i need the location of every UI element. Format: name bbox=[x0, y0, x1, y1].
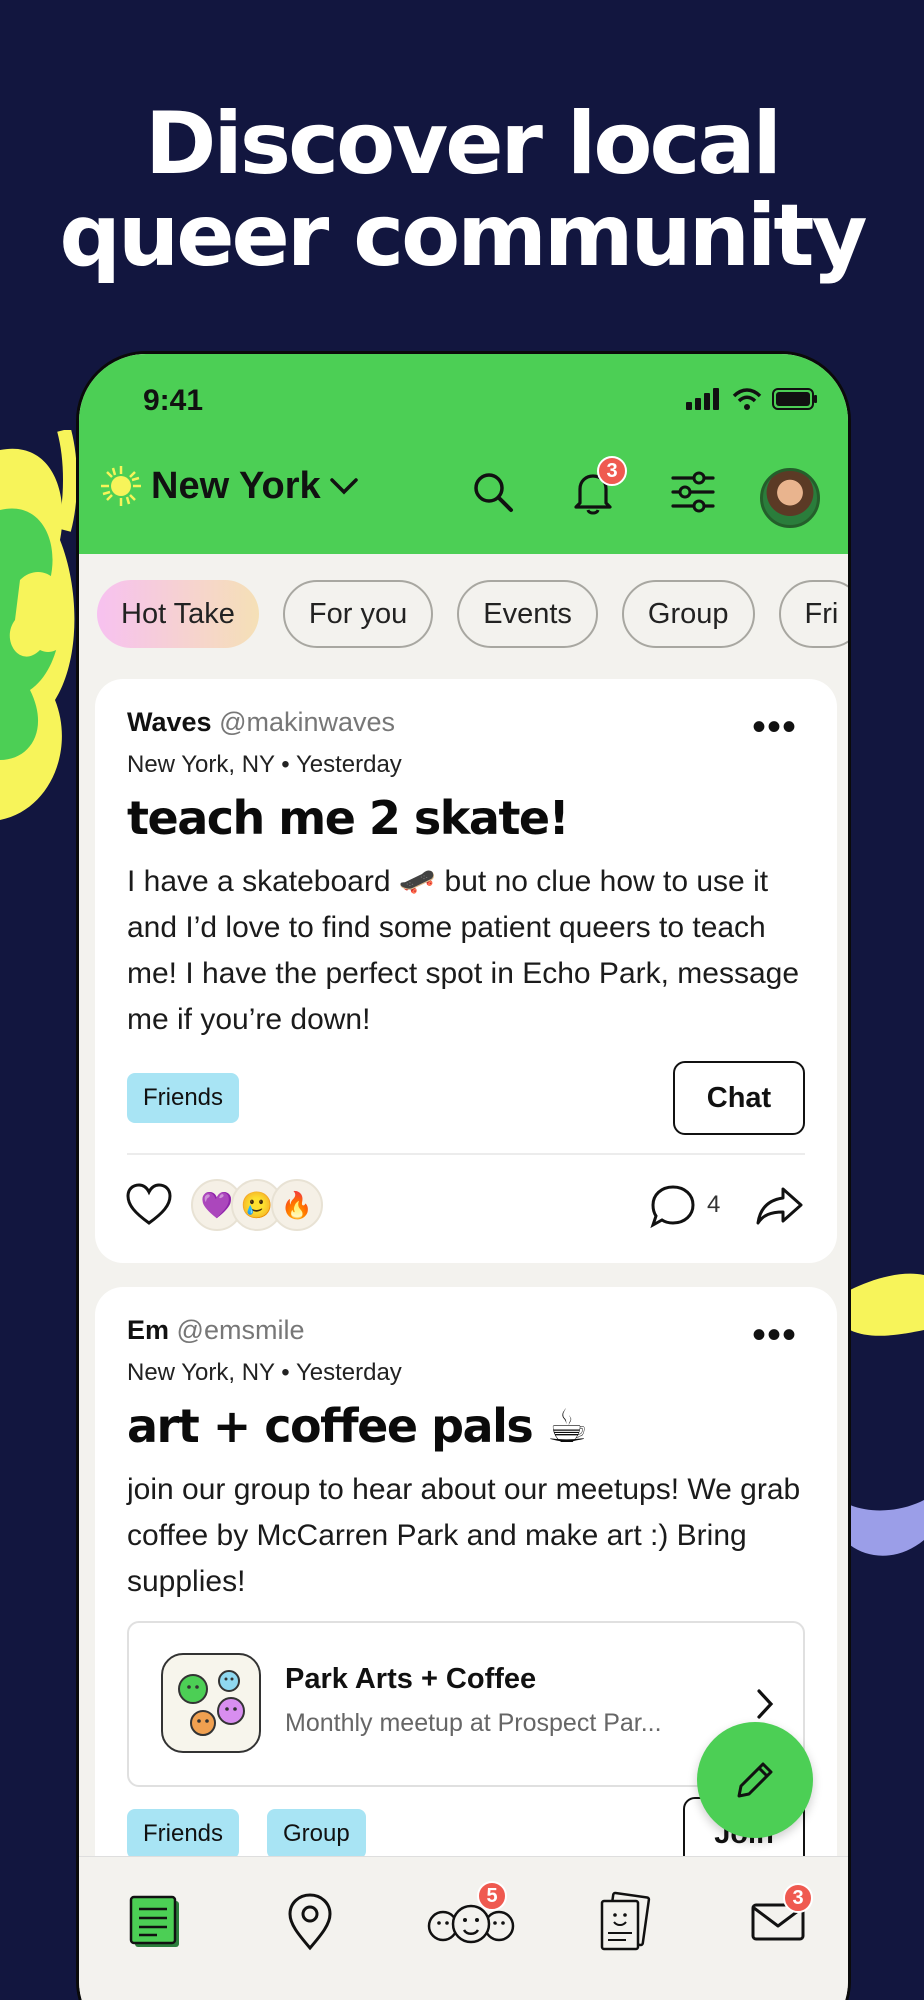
more-options-icon[interactable]: ••• bbox=[752, 1315, 797, 1355]
feed-icon bbox=[129, 1895, 179, 1947]
status-time: 9:41 bbox=[143, 384, 204, 417]
chip-group[interactable]: Group bbox=[621, 580, 755, 648]
group-faces-icon bbox=[161, 1653, 261, 1753]
tab-bar: 5 3 bbox=[79, 1856, 848, 2000]
chevron-down-icon bbox=[329, 478, 358, 495]
avatar[interactable] bbox=[760, 468, 820, 528]
post-author: Waves @makinwaves bbox=[127, 707, 395, 738]
author-name[interactable]: Waves bbox=[127, 707, 212, 737]
decorative-yellow-shape bbox=[850, 1273, 924, 1336]
location-name: New York bbox=[151, 464, 321, 507]
chip-friends[interactable]: Fri bbox=[778, 580, 848, 648]
location-pin-icon bbox=[288, 1893, 332, 1951]
tab-profiles[interactable] bbox=[589, 1887, 659, 1957]
location-selector[interactable]: New York bbox=[99, 464, 359, 508]
decorative-purple-shape bbox=[850, 1500, 924, 1556]
author-handle: @emsmile bbox=[176, 1315, 305, 1345]
post-title: teach me 2 skate! bbox=[127, 791, 570, 845]
wifi-icon bbox=[732, 388, 762, 410]
community-badge: 5 bbox=[477, 1881, 507, 1911]
divider bbox=[127, 1153, 805, 1155]
search-button[interactable] bbox=[465, 464, 521, 520]
author-name[interactable]: Em bbox=[127, 1315, 169, 1345]
post-title: art + coffee pals ☕ bbox=[127, 1399, 588, 1453]
share-icon[interactable] bbox=[755, 1185, 805, 1227]
signal-icon bbox=[686, 388, 719, 410]
post-body: join our group to hear about our meetups… bbox=[127, 1473, 801, 1598]
post-card: Waves @makinwaves New York, NY • Yesterd… bbox=[95, 679, 837, 1263]
tab-map[interactable] bbox=[275, 1887, 345, 1957]
headline: Discover local queer community bbox=[0, 98, 924, 282]
post-meta: New York, NY • Yesterday bbox=[127, 751, 402, 778]
status-icons bbox=[686, 388, 818, 410]
post-tag[interactable]: Friends bbox=[127, 1809, 240, 1859]
author-handle: @makinwaves bbox=[219, 707, 396, 737]
top-bar: 9:41 New York 3 bbox=[79, 354, 848, 554]
comment-count: 4 bbox=[707, 1191, 721, 1218]
chip-for-you[interactable]: For you bbox=[282, 580, 434, 648]
tab-feed[interactable] bbox=[121, 1887, 191, 1957]
post-meta: New York, NY • Yesterday bbox=[127, 1359, 402, 1386]
group-name: Park Arts + Coffee bbox=[285, 1663, 537, 1695]
post-tag[interactable]: Friends bbox=[127, 1073, 240, 1123]
chip-hot-take[interactable]: Hot Take bbox=[97, 580, 259, 648]
filter-icon bbox=[671, 471, 715, 513]
decorative-flower-shape bbox=[0, 430, 77, 820]
profile-cards-icon bbox=[600, 1891, 651, 1951]
headline-line-1: Discover local bbox=[145, 94, 782, 194]
post-body: I have a skateboard 🛹 but no clue how to… bbox=[127, 865, 800, 1036]
post-author: Em @emsmile bbox=[127, 1315, 304, 1346]
filter-chips: Hot Take For you Events Group Fri bbox=[97, 580, 848, 648]
headline-line-2: queer community bbox=[59, 186, 867, 286]
pencil-icon bbox=[737, 1762, 773, 1798]
filter-button[interactable] bbox=[665, 464, 721, 520]
battery-icon bbox=[772, 388, 817, 410]
compose-button[interactable] bbox=[697, 1722, 813, 1838]
phone-frame: 9:41 New York 3 Hot Take For you Events … bbox=[76, 351, 851, 2000]
heart-icon[interactable] bbox=[125, 1183, 173, 1227]
chat-button[interactable]: Chat bbox=[673, 1061, 805, 1135]
tab-community[interactable]: 5 bbox=[421, 1881, 521, 1957]
chevron-right-icon bbox=[757, 1689, 774, 1719]
inbox-badge: 3 bbox=[783, 1883, 813, 1913]
comment-icon[interactable] bbox=[649, 1183, 697, 1229]
sun-icon bbox=[101, 466, 141, 506]
notifications-button[interactable]: 3 bbox=[565, 456, 627, 520]
search-icon bbox=[474, 473, 513, 512]
chip-events[interactable]: Events bbox=[457, 580, 598, 648]
notification-badge: 3 bbox=[597, 456, 627, 486]
post-tag[interactable]: Group bbox=[267, 1809, 366, 1859]
reaction-fire[interactable]: 🔥 bbox=[271, 1179, 323, 1231]
tab-inbox[interactable]: 3 bbox=[743, 1883, 813, 1957]
more-options-icon[interactable]: ••• bbox=[752, 707, 797, 747]
group-description: Monthly meetup at Prospect Par... bbox=[285, 1709, 662, 1737]
